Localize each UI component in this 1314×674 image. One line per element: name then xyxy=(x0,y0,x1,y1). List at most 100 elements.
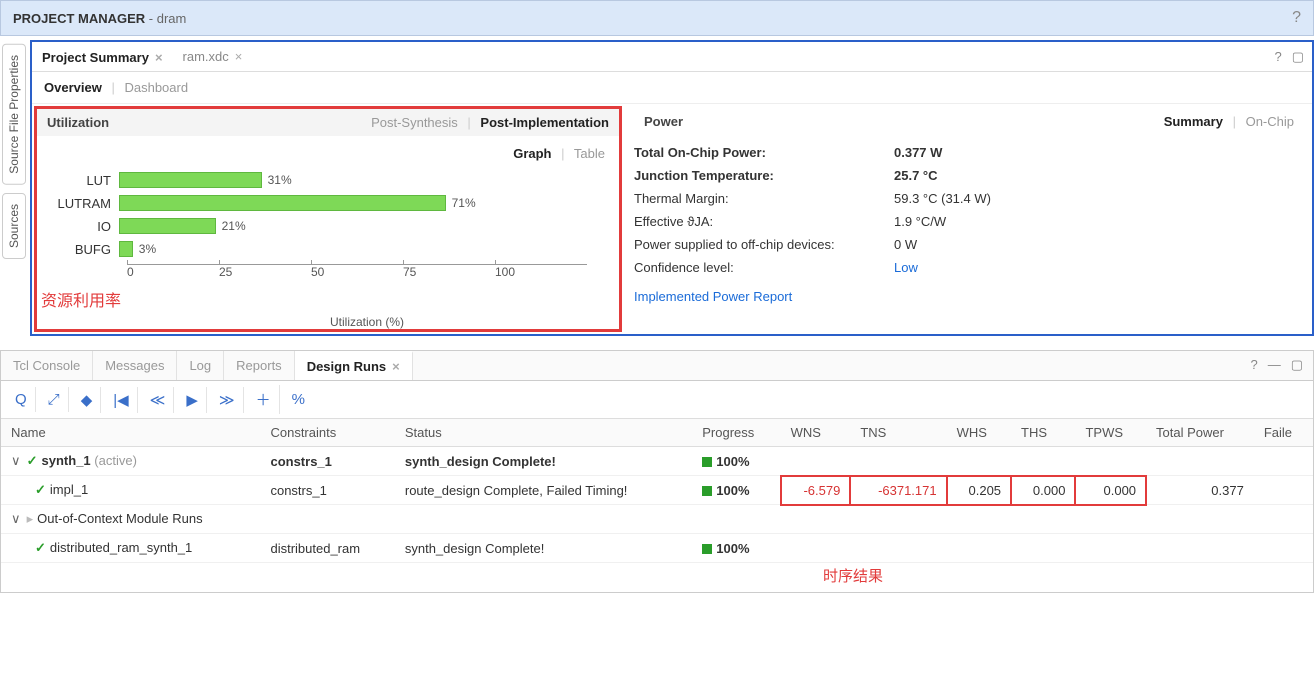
power-row: Thermal Margin:59.3 °C (31.4 W) xyxy=(634,187,1304,210)
power-mode-onchip[interactable]: On-Chip xyxy=(1246,114,1294,129)
check-icon: ✓ xyxy=(35,540,46,555)
power-mode-summary[interactable]: Summary xyxy=(1164,114,1223,129)
chart-category-label: LUT xyxy=(49,173,119,188)
failed-cell xyxy=(1254,447,1313,476)
progress-cell: 100% xyxy=(692,534,780,563)
column-header[interactable]: Total Power xyxy=(1146,419,1254,447)
header-title: PROJECT MANAGER - dram xyxy=(13,11,186,26)
column-header[interactable]: Progress xyxy=(692,419,780,447)
table-row[interactable]: ∨ ▸Out-of-Context Module Runs xyxy=(1,505,1313,534)
ths-cell xyxy=(1011,505,1075,534)
power-key: Effective ϑJA: xyxy=(634,214,894,229)
progress-cell: 100% xyxy=(692,447,780,476)
view-table[interactable]: Table xyxy=(574,146,605,161)
close-icon[interactable]: × xyxy=(392,359,400,374)
tns-cell xyxy=(850,505,946,534)
chart-tick: 100 xyxy=(495,265,587,279)
collapse-all-icon[interactable]: ◆ xyxy=(73,387,102,413)
chart-bar xyxy=(119,241,133,257)
tab-label: Reports xyxy=(236,358,282,373)
add-icon[interactable]: ＋ xyxy=(248,385,280,414)
column-header[interactable]: Status xyxy=(395,419,692,447)
tab-project-summary[interactable]: Project Summary × xyxy=(32,42,173,71)
bottom-tab-reports[interactable]: Reports xyxy=(224,351,295,380)
column-header[interactable]: WNS xyxy=(781,419,851,447)
whs-cell xyxy=(947,447,1011,476)
implemented-power-report-link[interactable]: Implemented Power Report xyxy=(634,289,792,304)
close-icon[interactable]: × xyxy=(155,50,163,65)
column-header[interactable]: TPWS xyxy=(1075,419,1146,447)
mode-post-implementation[interactable]: Post-Implementation xyxy=(480,115,609,130)
tab-ram-xdc[interactable]: ram.xdc × xyxy=(173,43,253,70)
percent-icon[interactable]: % xyxy=(284,387,313,412)
close-icon[interactable]: × xyxy=(235,49,243,64)
minimize-icon[interactable]: — xyxy=(1268,357,1281,374)
chart-bar-row: LUT31% xyxy=(49,169,607,191)
progress-cell xyxy=(692,505,780,534)
column-header[interactable]: TNS xyxy=(850,419,946,447)
subnav-dashboard[interactable]: Dashboard xyxy=(124,80,188,95)
run-name: synth_1 xyxy=(42,453,91,468)
column-header[interactable]: WHS xyxy=(947,419,1011,447)
failed-cell xyxy=(1254,534,1313,563)
tab-label: Log xyxy=(189,358,211,373)
bottom-tab-messages[interactable]: Messages xyxy=(93,351,177,380)
failed-cell xyxy=(1254,505,1313,534)
help-icon[interactable]: ? xyxy=(1250,357,1257,374)
table-row[interactable]: ✓distributed_ram_synth_1distributed_rams… xyxy=(1,534,1313,563)
bottom-panel: Tcl Console Messages Log Reports Design Runs… xyxy=(0,350,1314,593)
mode-post-synthesis[interactable]: Post-Synthesis xyxy=(371,115,458,130)
ths-cell: 0.000 xyxy=(1011,476,1075,505)
tree-toggle-icon[interactable]: ∨ xyxy=(11,453,23,469)
bottom-tab-log[interactable]: Log xyxy=(177,351,224,380)
expand-all-icon[interactable]: ⤢ xyxy=(40,387,69,412)
next-icon[interactable]: ≫ xyxy=(211,387,244,413)
tab-label: Tcl Console xyxy=(13,358,80,373)
power-row: Power supplied to off-chip devices:0 W xyxy=(634,233,1304,256)
column-header[interactable]: Faile xyxy=(1254,419,1313,447)
folder-icon: ▸ xyxy=(27,511,34,526)
power-title: Power xyxy=(644,114,683,129)
column-header[interactable]: Name xyxy=(1,419,260,447)
progress-cell: 100% xyxy=(692,476,780,505)
constraints-cell: distributed_ram xyxy=(260,534,394,563)
bottom-tab-tcl-console[interactable]: Tcl Console xyxy=(1,351,93,380)
chart-tick: 75 xyxy=(403,265,495,279)
help-icon[interactable]: ? xyxy=(1274,49,1281,65)
subnav-overview[interactable]: Overview xyxy=(44,80,102,95)
maximize-icon[interactable]: ▢ xyxy=(1291,357,1303,374)
view-graph[interactable]: Graph xyxy=(513,146,551,161)
search-icon[interactable]: Q xyxy=(7,387,36,412)
tab-label: Messages xyxy=(105,358,164,373)
constraints-cell: constrs_1 xyxy=(260,476,394,505)
table-row[interactable]: ✓impl_1constrs_1route_design Complete, F… xyxy=(1,476,1313,505)
run-name: distributed_ram_synth_1 xyxy=(50,540,192,555)
tns-cell xyxy=(850,447,946,476)
wns-cell xyxy=(781,447,851,476)
prev-icon[interactable]: ≪ xyxy=(142,387,175,413)
bottom-tab-design-runs[interactable]: Design Runs× xyxy=(295,351,413,380)
help-icon[interactable]: ? xyxy=(1292,9,1301,27)
play-icon[interactable]: ▶ xyxy=(178,387,207,413)
power-row: Effective ϑJA:1.9 °C/W xyxy=(634,210,1304,233)
summary-subnav: Overview | Dashboard xyxy=(32,72,1312,104)
power-row: Junction Temperature:25.7 °C xyxy=(634,164,1304,187)
side-tabs: Source File Properties Sources xyxy=(0,40,28,336)
run-name: impl_1 xyxy=(50,482,88,497)
progress-icon xyxy=(702,457,712,467)
project-manager-header: PROJECT MANAGER - dram ? xyxy=(0,0,1314,36)
column-header[interactable]: THS xyxy=(1011,419,1075,447)
side-tab-source-file-properties[interactable]: Source File Properties xyxy=(2,44,26,185)
chart-bar-row: LUTRAM71% xyxy=(49,192,607,214)
tpws-cell: 0.000 xyxy=(1075,476,1146,505)
table-row[interactable]: ∨ ✓synth_1 (active)constrs_1synth_design… xyxy=(1,447,1313,476)
first-icon[interactable]: |◀ xyxy=(105,387,137,413)
side-tab-sources[interactable]: Sources xyxy=(2,193,26,259)
chart-category-label: IO xyxy=(49,219,119,234)
column-header[interactable]: Constraints xyxy=(260,419,394,447)
power-key: Power supplied to off-chip devices: xyxy=(634,237,894,252)
power-value[interactable]: Low xyxy=(894,260,918,275)
utilization-title: Utilization xyxy=(47,115,109,130)
maximize-icon[interactable]: ▢ xyxy=(1292,49,1304,65)
tree-toggle-icon[interactable]: ∨ xyxy=(11,511,23,527)
